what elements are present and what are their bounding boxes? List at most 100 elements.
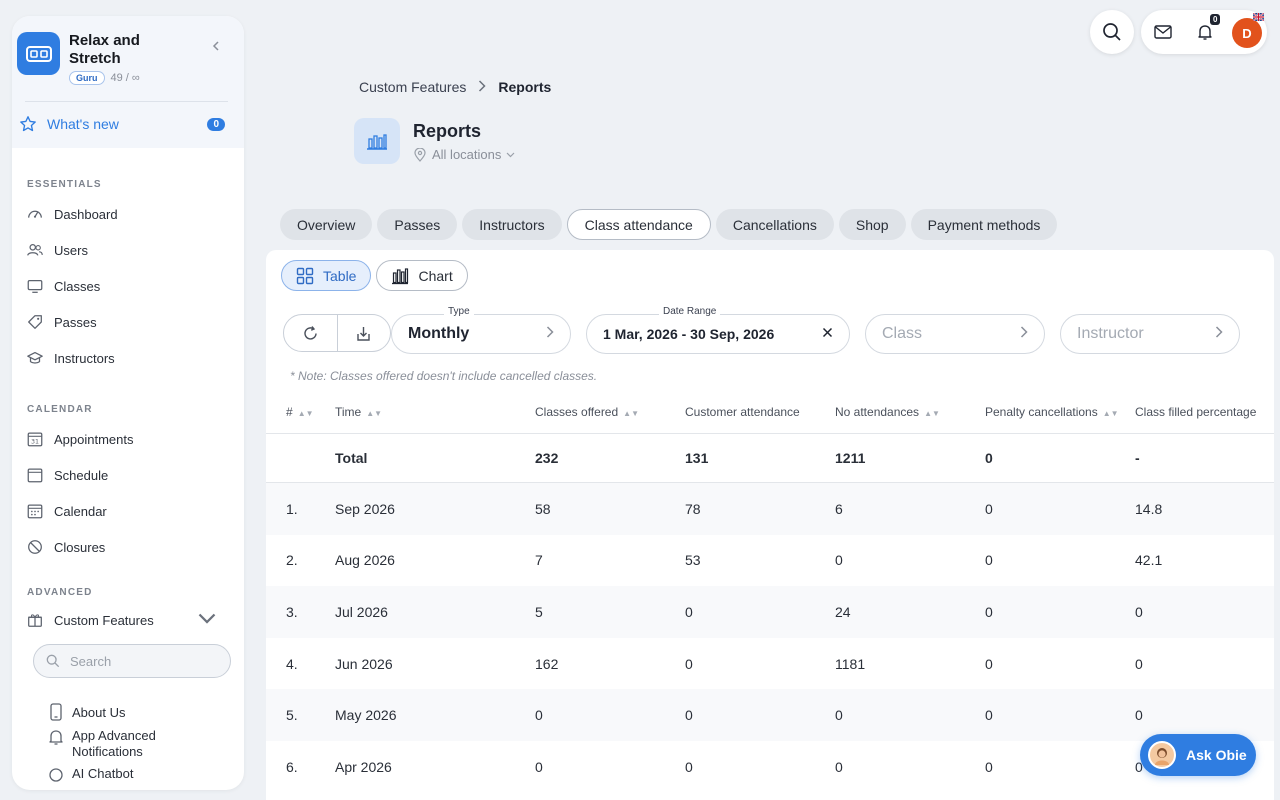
bell-icon[interactable] <box>1197 23 1213 46</box>
instructor-select[interactable]: Instructor <box>1060 314 1240 354</box>
column-header-number[interactable]: # ▲▼ <box>266 405 335 419</box>
column-header-class-filled-percentage[interactable]: Class filled percentage <box>1135 405 1274 419</box>
chart-view-label: Chart <box>418 267 453 284</box>
tab-payment-methods[interactable]: Payment methods <box>910 209 1058 240</box>
chevron-down-icon[interactable] <box>198 610 226 631</box>
table-row: 2. Aug 2026 7 53 0 0 42.1 <box>266 535 1274 587</box>
column-header-classes-offered[interactable]: Classes offered ▲▼ <box>535 405 685 419</box>
table-cell: 0 <box>985 450 993 466</box>
table-cell: Total <box>335 450 368 466</box>
brand-logo-icon[interactable] <box>17 32 60 75</box>
table-cell: 6. <box>286 758 298 775</box>
bar-chart-icon <box>392 267 409 284</box>
tab-passes[interactable]: Passes <box>377 209 458 240</box>
user-avatar[interactable]: D <box>1232 18 1262 48</box>
users-icon <box>27 243 43 256</box>
tab-shop[interactable]: Shop <box>838 209 906 240</box>
tab-overview[interactable]: Overview <box>280 209 373 240</box>
table-row: 1. Sep 2026 58 78 6 0 14.8 <box>266 483 1274 535</box>
table-cell: 0 <box>1135 655 1143 672</box>
nav-label: Classes <box>54 278 101 294</box>
download-icon <box>357 326 370 341</box>
clear-date-icon[interactable] <box>822 325 833 343</box>
class-select[interactable]: Class <box>865 314 1045 354</box>
table-row: 4. Jun 2026 162 0 1181 0 0 <box>266 638 1274 690</box>
nav-custom-features[interactable]: Custom Features <box>12 602 244 638</box>
column-header-time[interactable]: Time ▲▼ <box>335 405 535 419</box>
breadcrumb-link[interactable]: Custom Features <box>359 79 466 95</box>
sub-item-about-us[interactable]: About Us <box>12 698 244 726</box>
table-cell: 0 <box>535 707 543 724</box>
tab-cancellations[interactable]: Cancellations <box>715 209 834 240</box>
search-placeholder: Search <box>70 653 112 669</box>
table-cell: 6 <box>835 500 843 517</box>
download-button[interactable] <box>336 315 391 351</box>
phone-icon <box>50 703 62 721</box>
nav-label: Calendar <box>54 503 107 519</box>
nav-passes[interactable]: Passes <box>12 304 244 340</box>
chevron-right-icon <box>1215 325 1223 343</box>
collapse-sidebar-icon[interactable] <box>211 38 221 54</box>
table-cell: 58 <box>535 500 551 517</box>
search-icon <box>46 654 60 668</box>
nav-instructors[interactable]: Instructors <box>12 340 244 376</box>
sub-item-ai-chatbot[interactable]: AI Chatbot <box>12 764 244 784</box>
tab-class-attendance[interactable]: Class attendance <box>566 209 711 240</box>
gift-icon <box>28 614 42 627</box>
assistant-avatar-icon <box>1148 741 1176 769</box>
map-pin-icon <box>414 147 426 162</box>
chart-view-button[interactable]: Chart <box>376 260 468 291</box>
table-cell: 0 <box>1135 707 1143 724</box>
refresh-button[interactable] <box>284 315 337 351</box>
nav-label: Schedule <box>54 467 109 483</box>
star-icon <box>20 116 36 132</box>
class-placeholder: Class <box>882 325 923 342</box>
tab-instructors[interactable]: Instructors <box>462 209 562 240</box>
refresh-icon <box>304 325 317 340</box>
global-search-button[interactable] <box>1090 10 1134 54</box>
chevron-right-icon <box>546 325 554 343</box>
mail-icon[interactable] <box>1154 25 1172 44</box>
table-cell: 2. <box>286 552 298 569</box>
date-range-value: 1 Mar, 2026 - 30 Sep, 2026 <box>603 326 775 342</box>
location-selector[interactable]: All locations <box>414 147 515 162</box>
bell-icon <box>49 730 63 745</box>
table-total-row: Total 232 131 1211 0 - <box>266 434 1274 483</box>
nav-classes[interactable]: Classes <box>12 268 244 304</box>
nav-closures[interactable]: Closures <box>12 529 244 565</box>
table-cell: 0 <box>835 758 843 775</box>
calendar-icon <box>27 504 43 519</box>
report-panel: Table Chart Type Monthly Date Range 1 Ma… <box>266 250 1274 800</box>
table-cell: Jul 2026 <box>335 603 388 620</box>
nav-calendar[interactable]: Calendar <box>12 493 244 529</box>
column-header-label: Class filled percentage <box>1135 404 1257 419</box>
table-cell: 0 <box>685 707 693 724</box>
table-cell: 162 <box>535 655 559 672</box>
instructor-placeholder: Instructor <box>1077 325 1144 342</box>
nav-schedule[interactable]: Schedule <box>12 457 244 493</box>
report-tabs: Overview Passes Instructors Class attend… <box>280 209 1062 240</box>
table-note: * Note: Classes offered doesn't include … <box>290 369 598 383</box>
column-header-customer-attendance[interactable]: Customer attendance <box>685 405 835 419</box>
column-header-penalty-cancellations[interactable]: Penalty cancellations ▲▼ <box>985 405 1135 419</box>
schedule-icon <box>27 468 43 483</box>
table-cell: 0 <box>685 758 693 775</box>
nav-dashboard[interactable]: Dashboard <box>12 196 244 232</box>
table-view-button[interactable]: Table <box>281 260 372 291</box>
whats-new-link[interactable]: What's new 0 <box>17 102 239 146</box>
nav-appointments[interactable]: 31 Appointments <box>12 421 244 457</box>
type-select[interactable]: Type Monthly <box>391 306 571 354</box>
table-cell: 3. <box>286 603 298 620</box>
usage-count: 49 / ∞ <box>110 72 140 84</box>
table-cell: Sep 2026 <box>335 500 395 517</box>
sidebar-search-input[interactable]: Search <box>33 644 231 678</box>
sub-item-app-notifications[interactable]: App Advanced Notifications <box>12 726 244 764</box>
table-cell: 232 <box>535 450 559 466</box>
column-header-no-attendances[interactable]: No attendances ▲▼ <box>835 405 985 419</box>
nav-users[interactable]: Users <box>12 232 244 268</box>
whats-new-label: What's new <box>47 116 119 132</box>
date-range-picker[interactable]: Date Range 1 Mar, 2026 - 30 Sep, 2026 <box>586 306 850 354</box>
classes-icon <box>27 279 43 293</box>
ask-obie-button[interactable]: Ask Obie <box>1140 734 1256 776</box>
table-cell: 1. <box>286 500 298 517</box>
